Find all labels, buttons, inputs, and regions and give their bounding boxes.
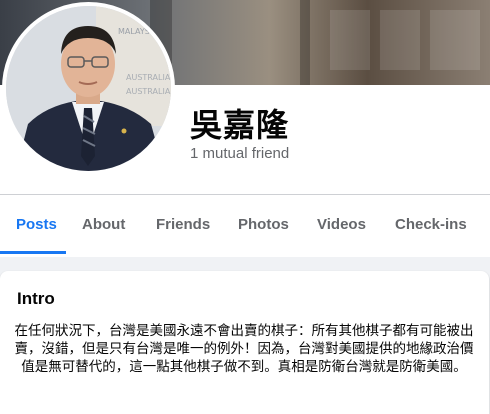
intro-bio: 在任何狀況下，台灣是美國永遠不會出賣的棋子：所有其他棋子都有可能被出賣，沒錯，但… — [14, 323, 474, 374]
active-tab-indicator — [0, 251, 66, 254]
tab-photos[interactable]: Photos — [238, 216, 289, 233]
profile-name: 吳嘉隆 — [190, 107, 290, 143]
cover-pillar — [300, 0, 310, 85]
svg-text:AUSTRALIA: AUSTRALIA — [126, 87, 171, 96]
tab-videos[interactable]: Videos — [317, 216, 366, 233]
tab-posts[interactable]: Posts — [16, 216, 57, 233]
cover-window — [380, 10, 420, 70]
tab-about[interactable]: About — [82, 216, 125, 233]
tab-check-ins[interactable]: Check-ins — [395, 216, 467, 233]
profile-tabs: Posts About Friends Photos Videos Check-… — [0, 195, 490, 255]
mutual-friends-link[interactable]: 1 mutual friend — [190, 145, 289, 162]
svg-text:AUSTRALIA: AUSTRALIA — [126, 73, 171, 82]
intro-title: Intro — [17, 289, 55, 308]
tab-friends[interactable]: Friends — [156, 216, 210, 233]
cover-window — [330, 10, 370, 70]
intro-card: Intro 在任何狀況下，台灣是美國永遠不會出賣的棋子：所有其他棋子都有可能被出… — [0, 271, 489, 414]
avatar-portrait: MALAYSIA AUSTRALIA AUSTRALIA — [6, 6, 171, 171]
profile-avatar[interactable]: MALAYSIA AUSTRALIA AUSTRALIA — [2, 2, 175, 175]
cover-window — [430, 10, 480, 70]
